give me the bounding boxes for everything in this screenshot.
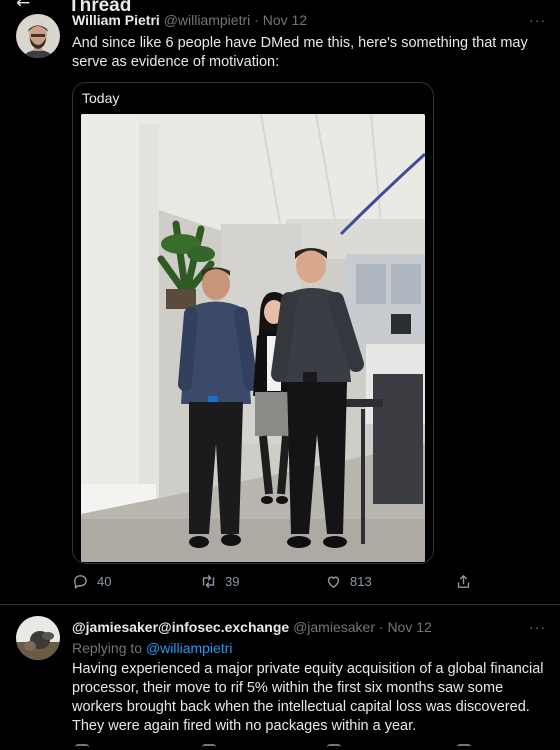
tweet-date[interactable]: Nov 12 [387, 619, 431, 635]
avatar[interactable] [16, 14, 60, 58]
avatar[interactable] [16, 616, 60, 660]
media-caption: Today [82, 90, 120, 106]
like-count: 813 [350, 574, 372, 589]
reply-button[interactable]: 40 [72, 573, 111, 590]
separator-dot: · [378, 619, 384, 635]
retweet-button[interactable]: 39 [200, 573, 239, 590]
reply-actions-partial [72, 744, 472, 750]
more-horizontal-icon[interactable]: ··· [529, 12, 546, 28]
retweet-icon[interactable] [202, 744, 216, 747]
author-handle[interactable]: @williampietri [164, 12, 251, 28]
replying-to-label: Replying to [72, 640, 143, 656]
more-horizontal-icon[interactable]: ··· [529, 619, 546, 635]
reply-count: 40 [97, 574, 112, 589]
share-icon [457, 575, 470, 588]
tweet-divider [0, 604, 560, 605]
retweet-icon [202, 575, 215, 588]
replying-to-line: Replying to @williampietri [72, 640, 233, 656]
tweet-date[interactable]: Nov 12 [263, 12, 307, 28]
share-icon[interactable] [457, 744, 471, 747]
tweet-media-card[interactable]: Today [72, 82, 434, 564]
office-photo[interactable] [81, 114, 425, 562]
author-name[interactable]: @jamiesaker@infosec.exchange [72, 619, 289, 635]
author-handle[interactable]: @jamiesaker [293, 619, 375, 635]
author-name[interactable]: William Pietri [72, 12, 160, 28]
heart-icon[interactable] [327, 744, 341, 747]
reply-author-line: @jamiesaker@infosec.exchange @jamiesaker… [72, 619, 432, 635]
tweet-text: Having experienced a major private equit… [72, 661, 544, 734]
like-button[interactable]: 813 [325, 573, 372, 590]
replying-to-mention[interactable]: @williampietri [146, 640, 233, 656]
tweet-author-line: William Pietri @williampietri · Nov 12 [72, 12, 307, 28]
tweet-actions: 40 39 813 [72, 573, 472, 593]
heart-icon [327, 576, 340, 588]
tweet-text: And since like 6 people have DMed me thi… [72, 35, 528, 70]
retweet-count: 39 [225, 574, 240, 589]
share-button[interactable] [455, 573, 472, 590]
reply-icon[interactable] [75, 744, 89, 747]
arrow-left-icon[interactable]: ← [16, 0, 30, 13]
reply-icon [74, 575, 87, 589]
separator-dot: · [254, 12, 259, 28]
